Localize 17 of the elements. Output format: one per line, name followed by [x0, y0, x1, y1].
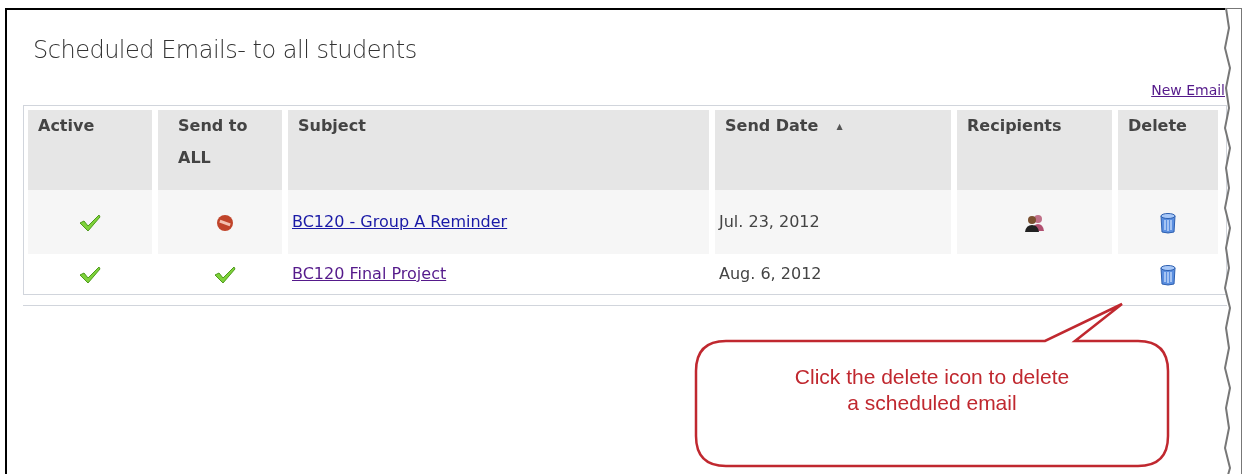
column-header[interactable]: Subject: [288, 110, 709, 190]
sort-indicator: ▲: [836, 121, 843, 131]
new-email-link[interactable]: New Email: [1151, 80, 1225, 101]
subject-link[interactable]: BC120 Final Project: [292, 264, 447, 283]
people-icon[interactable]: [1023, 213, 1046, 232]
trash-icon[interactable]: [1159, 263, 1177, 286]
subject-link[interactable]: BC120 - Group A Reminder: [292, 212, 508, 231]
trash-icon[interactable]: [1159, 211, 1177, 234]
column-header[interactable]: Active: [28, 110, 152, 190]
panel-title: Scheduled Emails- to all students: [33, 36, 417, 64]
callout-text: Click the delete icon to delete a scheduled email: [793, 364, 1071, 416]
column-header[interactable]: Delete: [1118, 110, 1218, 190]
column-header[interactable]: Send to ALL: [158, 110, 282, 190]
column-header[interactable]: Recipients: [957, 110, 1112, 190]
column-header[interactable]: Send Date ▲: [715, 110, 951, 190]
send-date-text: Aug. 6, 2012: [719, 264, 822, 283]
send-date-text: Jul. 23, 2012: [719, 212, 820, 231]
